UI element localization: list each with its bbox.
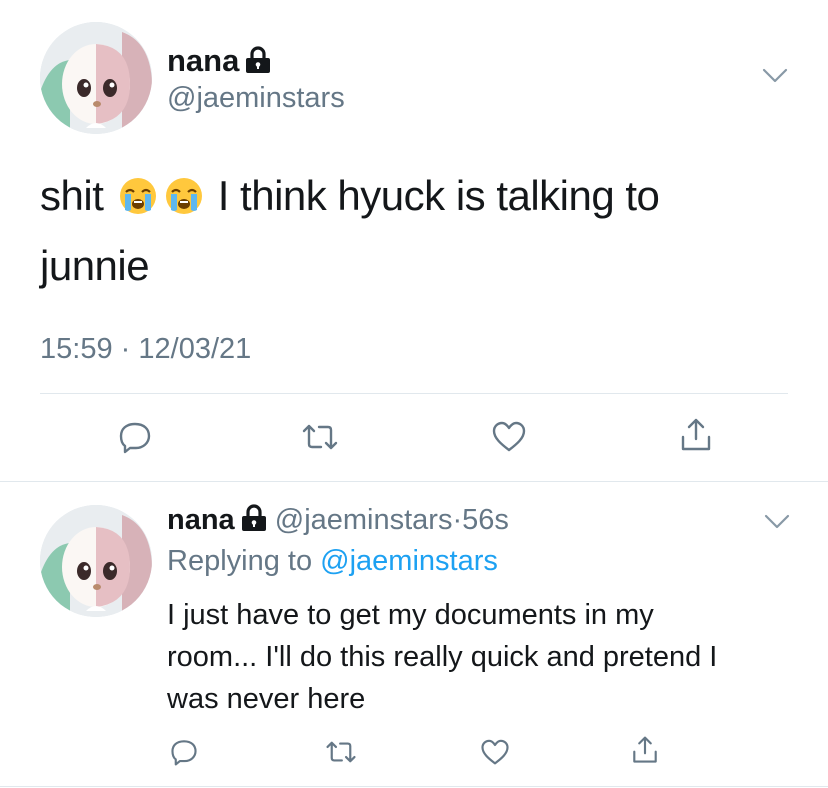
reply-button[interactable] <box>164 732 204 772</box>
reply-header[interactable]: nana @jaeminstars·56s <box>167 504 509 540</box>
like-button[interactable] <box>475 732 515 772</box>
reply-icon <box>171 740 197 766</box>
tweet-text-line-1: shit I think hyuck is talking to <box>40 164 800 234</box>
reply-text-line-3: was never here <box>167 683 366 715</box>
reply-text-line-1: I just have to get my documents in my <box>167 599 654 631</box>
tweet-age: 56s <box>462 504 509 536</box>
more-options-button[interactable] <box>764 514 790 535</box>
divider <box>40 393 788 394</box>
section-divider <box>0 481 828 482</box>
share-icon <box>681 418 711 451</box>
meta-separator: · <box>120 333 131 365</box>
tweet-time: 15:59 <box>40 333 113 365</box>
reply-text-line-2: room... I'll do this really quick and pr… <box>167 641 718 673</box>
display-name[interactable]: nana <box>167 504 235 536</box>
tweet-text: shit I think hyuck is talking to junnie <box>40 164 800 298</box>
bottom-divider <box>0 786 828 787</box>
meta-separator: · <box>452 504 463 536</box>
retweet-icon <box>302 424 338 450</box>
like-icon <box>481 739 509 764</box>
replying-to-label: Replying to <box>167 545 313 577</box>
tweet-text-start: shit <box>40 172 104 219</box>
handle[interactable]: @jaeminstars <box>167 82 345 115</box>
lock-icon <box>241 504 267 540</box>
reply-text: I just have to get my documents in my ro… <box>167 594 807 720</box>
retweet-button[interactable] <box>321 732 361 772</box>
avatar[interactable] <box>40 505 152 617</box>
share-icon <box>633 736 657 763</box>
loudly-crying-face-icon <box>118 170 158 234</box>
replying-to: Replying to @jaeminstars <box>167 545 498 578</box>
handle[interactable]: @jaeminstars <box>275 504 453 536</box>
reply-button[interactable] <box>115 417 155 457</box>
replying-to-link[interactable]: @jaeminstars <box>320 545 498 577</box>
more-options-button[interactable] <box>762 68 788 89</box>
retweet-icon <box>326 741 356 763</box>
tweet-timestamp[interactable]: 15:59 · 12/03/21 <box>40 333 251 366</box>
like-icon <box>492 421 526 452</box>
chevron-down-icon <box>764 514 790 529</box>
reply-icon <box>119 422 151 454</box>
tweet-text-line-2: junnie <box>40 242 150 289</box>
display-name-text[interactable]: nana <box>167 43 239 78</box>
share-button[interactable] <box>625 730 665 770</box>
tweet-text-rest: I think hyuck is talking to <box>217 172 660 219</box>
avatar[interactable] <box>40 22 152 134</box>
display-name[interactable]: nana <box>167 43 271 82</box>
loudly-crying-face-icon <box>164 170 204 234</box>
retweet-button[interactable] <box>300 417 340 457</box>
tweet-date: 12/03/21 <box>138 333 252 365</box>
chevron-down-icon <box>762 68 788 83</box>
share-button[interactable] <box>676 415 716 455</box>
lock-icon <box>245 46 271 82</box>
like-button[interactable] <box>489 417 529 457</box>
